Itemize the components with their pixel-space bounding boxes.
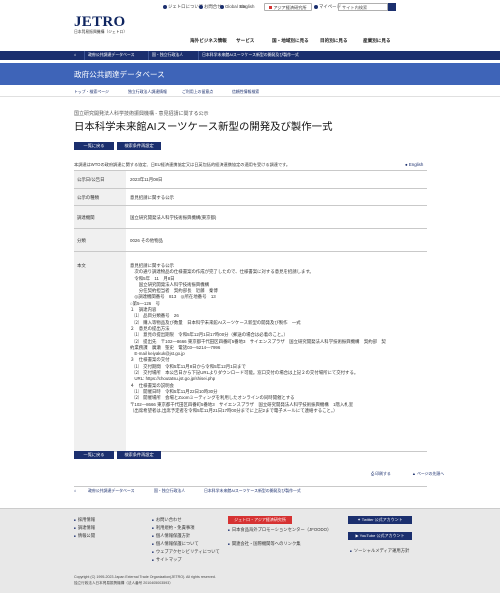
print-link[interactable]: ⎙ 印刷する	[371, 471, 391, 477]
row-value: 意見招請に関する公示	[130, 195, 174, 200]
row-value: 国立研究開発法人科学技術振興機構(東京都)	[130, 215, 217, 220]
breadcrumb-item[interactable]: 政府公共調達データベース	[88, 52, 135, 58]
wto-note: 本調達はWTOの政府調達に関する協定、日EU経済連携協定又は日英包括的経済連携協…	[74, 162, 291, 167]
footer-link[interactable]: 利用規約・免責事項	[152, 525, 195, 530]
home-icon[interactable]: ⌂	[74, 488, 76, 494]
breadcrumb-current: 日本科学未来館AIスーツケース新型の開発及び製作一式	[204, 488, 301, 493]
body-line: ⑵ 提出先 〒102―8666 東京都千代田区四番町5番地3 サイエンスプラザ …	[130, 338, 386, 344]
utility-bar: ジェトロについて お問合せ Global Site English アジア経済研…	[0, 3, 500, 12]
reset-search-button[interactable]: 検索条件再設定	[117, 142, 161, 150]
page-top-link[interactable]: ▲ ページの先頭へ	[412, 471, 444, 477]
ide-footer-button[interactable]: ジェトロ・アジア経済研究所	[228, 516, 292, 524]
footer-link[interactable]: ウェブアクセシビリティについて	[152, 549, 220, 554]
table-row: 公示日/公告日 2023年11月08日	[74, 171, 427, 189]
ide-button[interactable]: アジア経済研究所	[264, 3, 312, 11]
footer: 採用情報 調達情報 情報公開 お問い合わせ 利用規約・免責事項 個人情報保護方針…	[0, 508, 500, 593]
jetro-logo[interactable]: JETRO	[74, 13, 126, 32]
nav-item-country[interactable]: 国・地域別に見る	[272, 38, 309, 44]
footer-link[interactable]: お問い合わせ	[152, 517, 182, 522]
search-input[interactable]: サイト内検索	[338, 3, 388, 11]
breadcrumb-current: 日本科学未来館AIスーツケース新型の開発及び製作一式	[202, 52, 299, 57]
bottom-breadcrumb: ⌂ 政府公共調達データベース 国・独立行政法人 日本科学未来館AIスーツケース新…	[74, 486, 427, 494]
bullet-icon	[199, 4, 203, 9]
detail-table: 公示日/公告日 2023年11月08日 公示の種類 意見招請に関する公示 調達機…	[74, 170, 427, 452]
table-row: 分類 0026 その他物品	[74, 229, 427, 252]
row-label: 公示の種類	[74, 189, 126, 205]
main-nav: 海外ビジネス情報 サービス 国・地域別に見る 目的別に見る 産業別に見る	[190, 38, 420, 48]
footer-link[interactable]: 調達情報	[74, 525, 95, 530]
notice-body: 意見招請に関する公示 次の通り調達物品の仕様書案の作成が完了したので、仕様書案に…	[126, 252, 427, 414]
util-link-english[interactable]: English	[240, 4, 254, 10]
nav-item-overseas[interactable]: 海外ビジネス情報	[190, 38, 227, 44]
footer-link[interactable]: 個人情報保護について	[152, 541, 199, 546]
table-row: 公示の種類 意見招請に関する公示	[74, 189, 427, 206]
twitter-button[interactable]: ✦ Twitter 公式アカウント	[348, 516, 412, 524]
util-link-contact[interactable]: お問合せ	[199, 4, 222, 10]
footer-link[interactable]: サイトマップ	[152, 557, 182, 562]
row-label: 調達機関	[74, 206, 126, 228]
row-value: 0026 その他物品	[130, 238, 163, 243]
breadcrumb-item[interactable]: 国・独立行政法人	[152, 52, 183, 58]
corporate-number: 独立行政法人日本貿易振興機構（法人番号 2010405003593）	[74, 581, 173, 585]
footer-link[interactable]: 個人情報保護方針	[152, 533, 190, 538]
back-to-list-button-bottom[interactable]: 一覧に戻る	[74, 451, 114, 459]
logo-subtitle: 日本貿易振興機構（ジェトロ）	[74, 30, 128, 34]
footer-link[interactable]: 関連会社・国際機関等へのリンク集	[228, 541, 301, 546]
copyright: Copyright (C) 1995-2023 Japan External T…	[74, 575, 216, 579]
subnav-reliability[interactable]: 信頼性情報検索	[232, 89, 259, 95]
footer-link[interactable]: ソーシャルメディア運用方針	[350, 548, 409, 553]
subnav-notes[interactable]: ご利用上の留意点	[182, 89, 213, 95]
table-row: 本文 意見招請に関する公示 次の通り調達物品の仕様書案の作成が完了したので、仕様…	[74, 252, 427, 452]
row-value: 2023年11月08日	[130, 177, 163, 182]
nav-item-services[interactable]: サービス	[236, 38, 254, 44]
footer-link[interactable]: 採用情報	[74, 517, 95, 522]
home-icon[interactable]: ⌂	[74, 52, 76, 58]
footer-link[interactable]: 情報公開	[74, 533, 95, 538]
youtube-button[interactable]: ▶ YouTube 公式アカウント	[348, 532, 412, 540]
search-button[interactable]	[388, 3, 396, 11]
row-label: 本文	[74, 252, 126, 451]
section-banner: 政府公共調達データベース	[0, 63, 500, 85]
globe-icon	[220, 4, 224, 9]
section-title: 政府公共調達データベース	[74, 70, 165, 79]
divider	[84, 51, 85, 60]
row-label: 公示日/公告日	[74, 171, 126, 188]
divider	[198, 51, 199, 60]
breadcrumb-item[interactable]: 国・独立行政法人	[154, 488, 185, 494]
page-title: 日本科学未来館AIスーツケース新型の開発及び製作一式	[74, 122, 333, 133]
nav-item-purpose[interactable]: 目的別に見る	[320, 38, 348, 44]
user-icon	[314, 4, 318, 9]
row-label: 分類	[74, 229, 126, 251]
subnav-independent[interactable]: 独立行政法人調達情報	[128, 89, 167, 95]
reset-search-button-bottom[interactable]: 検索条件再設定	[117, 451, 161, 459]
sub-nav: トップ・検索ページ 独立行政法人調達情報 ご利用上の留意点 信頼性情報検索	[0, 87, 500, 97]
bullet-icon	[163, 4, 167, 9]
agency-line: 国立研究開発法人科学技術振興機構 - 意見招請に関する公示	[74, 111, 209, 117]
breadcrumb-item[interactable]: 政府公共調達データベース	[88, 488, 135, 494]
nav-item-industry[interactable]: 産業別に見る	[363, 38, 391, 44]
util-link-about[interactable]: ジェトロについて	[163, 4, 203, 10]
breadcrumb: ⌂ 政府公共調達データベース 国・独立行政法人 日本科学未来館AIスーツケース新…	[0, 51, 500, 60]
back-to-list-button[interactable]: 一覧に戻る	[74, 142, 114, 150]
english-link[interactable]: ● English	[405, 162, 423, 168]
mypage-link[interactable]: マイページ	[314, 4, 341, 10]
table-row: 調達機関 国立研究開発法人科学技術振興機構(東京都)	[74, 206, 427, 229]
subnav-top[interactable]: トップ・検索ページ	[74, 89, 109, 95]
divider	[148, 51, 149, 60]
footer-link[interactable]: 日本食品海外プロモーションセンター（JFOODO）	[228, 527, 331, 532]
body-line: （出席希望者は,出席予定者を令和5年11月21日17時00分までに上記2まで電子…	[130, 407, 338, 413]
